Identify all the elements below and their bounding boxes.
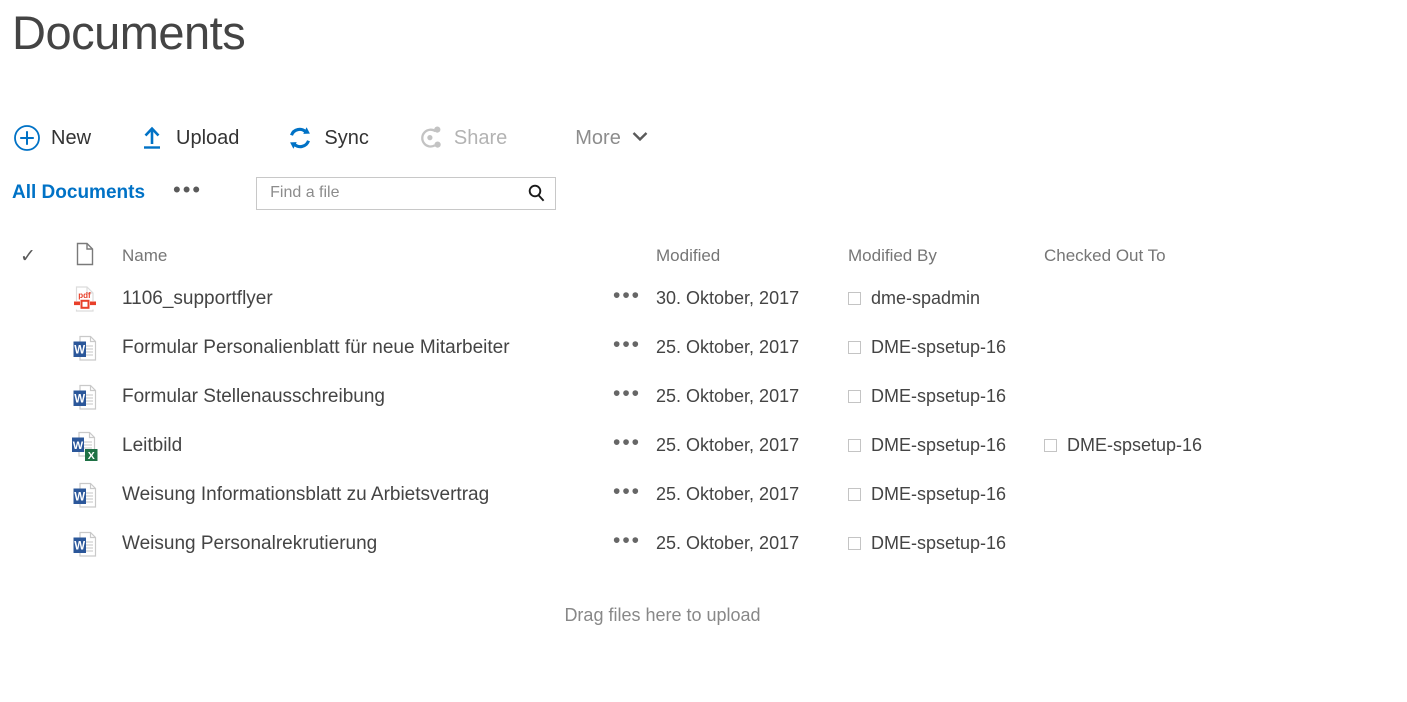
- presence-indicator-icon: [848, 439, 861, 452]
- row-actions-menu[interactable]: •••: [598, 530, 656, 558]
- presence-indicator-icon: [848, 390, 861, 403]
- upload-button[interactable]: Upload: [137, 123, 239, 153]
- modified-cell: 25. Oktober, 2017: [656, 337, 800, 357]
- row-actions-menu[interactable]: •••: [598, 334, 656, 362]
- table-row[interactable]: W X Leitbild ••• 25. Oktober, 2017 DME-s…: [0, 421, 1407, 470]
- modified-by-column-header[interactable]: Modified By: [848, 246, 1044, 266]
- more-button[interactable]: More: [575, 127, 649, 150]
- row-actions-menu[interactable]: •••: [598, 285, 656, 313]
- modified-by-cell: DME-spsetup-16: [848, 484, 1044, 505]
- type-column-header[interactable]: [56, 242, 114, 271]
- modified-by-cell: DME-spsetup-16: [848, 386, 1044, 407]
- checked-out-to-column-header[interactable]: Checked Out To: [1044, 246, 1284, 266]
- view-bar: All Documents •••: [12, 176, 557, 210]
- more-button-label: More: [575, 126, 621, 149]
- modified-by-cell: DME-spsetup-16: [848, 337, 1044, 358]
- modified-by-cell: DME-spsetup-16: [848, 533, 1044, 554]
- share-people-icon: [415, 123, 445, 153]
- table-row[interactable]: W Formular Personalienblatt für neue Mit…: [0, 323, 1407, 372]
- search-input[interactable]: [268, 183, 527, 203]
- upload-arrow-icon: [137, 123, 167, 153]
- search-icon[interactable]: [526, 183, 547, 204]
- chevron-down-icon: [631, 129, 649, 147]
- table-row[interactable]: W Formular Stellenausschreibung ••• 25. …: [0, 372, 1407, 421]
- new-button[interactable]: New: [12, 123, 91, 153]
- modified-column-header[interactable]: Modified: [656, 246, 848, 266]
- svg-text:W: W: [73, 440, 84, 452]
- select-all-column-header[interactable]: ✓: [0, 247, 56, 266]
- svg-text:pdf: pdf: [78, 291, 91, 300]
- row-actions-menu[interactable]: •••: [598, 432, 656, 460]
- name-column-header[interactable]: Name: [114, 246, 598, 266]
- presence-indicator-icon: [848, 488, 861, 501]
- file-name-cell[interactable]: Formular Personalienblatt für neue Mitar…: [114, 337, 598, 359]
- word-file-icon: W: [56, 333, 114, 363]
- modified-cell: 25. Oktober, 2017: [656, 484, 800, 504]
- search-box[interactable]: [256, 176, 557, 210]
- word-file-icon: W: [56, 480, 114, 510]
- upload-button-label: Upload: [176, 126, 240, 149]
- command-bar: New Upload Sync Share More: [12, 116, 649, 160]
- file-name-cell[interactable]: Formular Stellenausschreibung: [114, 386, 598, 408]
- svg-text:W: W: [74, 540, 85, 552]
- presence-indicator-icon: [848, 537, 861, 550]
- modified-cell: 25. Oktober, 2017: [656, 533, 800, 553]
- file-name-cell[interactable]: Leitbild: [114, 435, 598, 457]
- file-name-cell[interactable]: Weisung Personalrekrutierung: [114, 533, 598, 555]
- svg-text:X: X: [88, 450, 95, 462]
- table-row[interactable]: W Weisung Personalrekrutierung ••• 25. O…: [0, 519, 1407, 568]
- page-title: Documents: [12, 6, 246, 59]
- word-file-checked-out-icon: W X: [56, 430, 114, 462]
- word-file-icon: W: [56, 529, 114, 559]
- row-actions-menu[interactable]: •••: [598, 383, 656, 411]
- table-row[interactable]: pdf 1106_supportflyer ••• 30. Oktober, 2…: [0, 274, 1407, 323]
- table-row[interactable]: W Weisung Informationsblatt zu Arbietsve…: [0, 470, 1407, 519]
- sync-button-label: Sync: [324, 126, 369, 149]
- word-file-icon: W: [56, 382, 114, 412]
- row-actions-menu[interactable]: •••: [598, 481, 656, 509]
- file-name-cell[interactable]: Weisung Informationsblatt zu Arbietsvert…: [114, 484, 598, 506]
- circle-plus-icon: [12, 123, 42, 153]
- share-button[interactable]: Share: [415, 123, 507, 153]
- svg-text:W: W: [74, 393, 85, 405]
- checkmark-icon: ✓: [20, 245, 36, 267]
- share-button-label: Share: [453, 126, 508, 149]
- view-selector-all-documents[interactable]: All Documents: [12, 182, 145, 204]
- svg-text:W: W: [74, 344, 85, 356]
- file-name-cell[interactable]: 1106_supportflyer: [114, 288, 598, 310]
- document-library-table: ✓ Name Modified Modified By Checked Out …: [0, 238, 1407, 568]
- table-header-row: ✓ Name Modified Modified By Checked Out …: [0, 238, 1407, 274]
- modified-cell: 25. Oktober, 2017: [656, 386, 800, 406]
- document-type-icon: [75, 242, 95, 271]
- svg-text:W: W: [74, 491, 85, 503]
- sync-button[interactable]: Sync: [285, 123, 369, 153]
- checked-out-to-cell: DME-spsetup-16: [1044, 435, 1284, 456]
- presence-indicator-icon: [848, 292, 861, 305]
- new-button-label: New: [51, 126, 92, 149]
- modified-by-cell: dme-spadmin: [848, 288, 1044, 309]
- modified-cell: 25. Oktober, 2017: [656, 435, 800, 455]
- modified-by-cell: DME-spsetup-16: [848, 435, 1044, 456]
- drag-files-dropzone[interactable]: Drag files here to upload: [0, 605, 1325, 626]
- presence-indicator-icon: [848, 341, 861, 354]
- sync-arrows-icon: [285, 123, 315, 153]
- modified-cell: 30. Oktober, 2017: [656, 288, 800, 308]
- presence-indicator-icon: [1044, 439, 1057, 452]
- pdf-file-icon: pdf: [56, 284, 114, 314]
- view-options-ellipsis[interactable]: •••: [173, 179, 202, 207]
